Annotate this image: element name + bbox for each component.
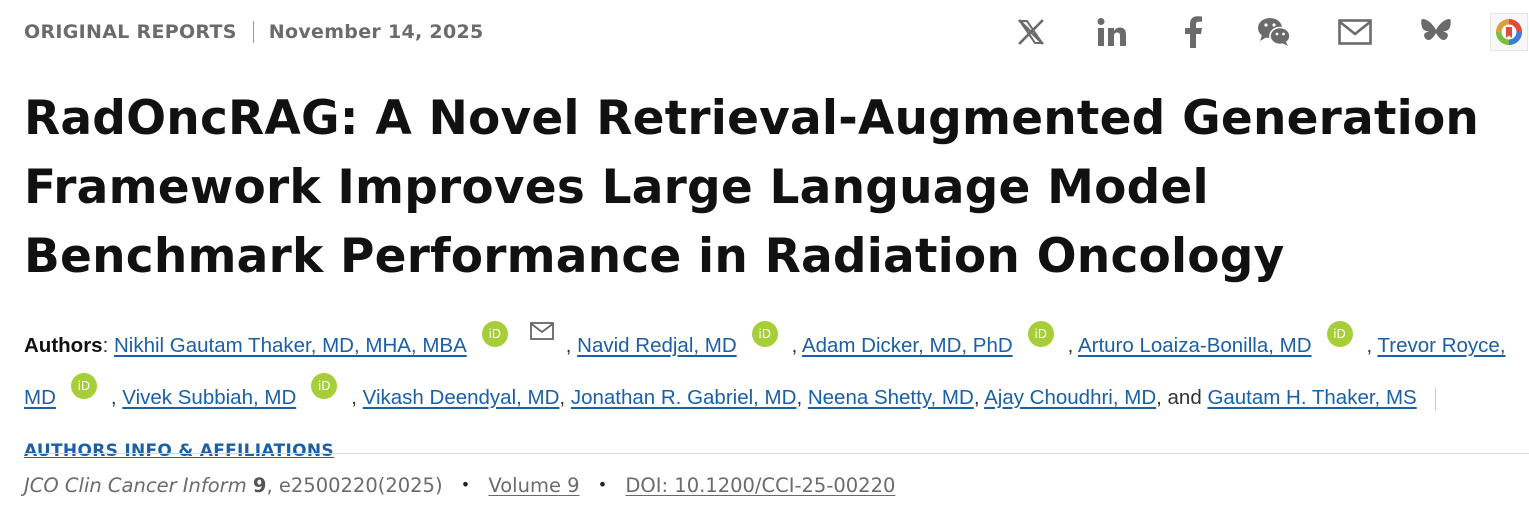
orcid-icon[interactable]: iD	[481, 321, 508, 347]
citation-line: JCO Clin Cancer Inform 9, e2500220(2025)…	[24, 474, 895, 497]
author-link[interactable]: Vikash Deendyal, MD	[363, 386, 560, 409]
author-link[interactable]: Nikhil Gautam Thaker, MD, MHA, MBA	[114, 334, 467, 357]
orcid-icon[interactable]: iD	[1326, 321, 1353, 347]
author-link[interactable]: Ajay Choudhri, MD	[984, 386, 1156, 409]
author-and-separator: , and	[1156, 386, 1208, 409]
share-facebook-button[interactable]	[1173, 14, 1213, 50]
authors-info-affiliations-link[interactable]: AUTHORS INFO & AFFILIATIONS	[24, 441, 334, 461]
header-divider	[252, 21, 254, 43]
author-separator: ,	[565, 334, 578, 357]
doi-link[interactable]: DOI: 10.1200/CCI-25-00220	[625, 474, 895, 497]
article-header-bar: ORIGINAL REPORTS November 14, 2025	[24, 13, 1529, 51]
bullet-separator: •	[460, 475, 471, 494]
author-link[interactable]: Neena Shetty, MD	[808, 386, 974, 409]
authors-block: Authors: Nikhil Gautam Thaker, MD, MHA, …	[24, 308, 1514, 477]
orcid-icon[interactable]: iD	[751, 321, 778, 347]
authors-colon: :	[102, 334, 114, 357]
share-wechat-button[interactable]	[1254, 14, 1294, 50]
article-id: , e2500220(2025)	[266, 474, 443, 497]
section-label[interactable]: ORIGINAL REPORTS	[24, 21, 237, 43]
journal-name: JCO Clin Cancer Inform	[24, 474, 247, 497]
publication-date: November 14, 2025	[268, 21, 484, 43]
linkedin-icon	[1097, 18, 1126, 46]
author-separator: ,	[110, 386, 123, 409]
author-link[interactable]: Vivek Subbiah, MD	[122, 386, 296, 409]
author-separator: ,	[559, 386, 571, 409]
x-icon	[1018, 19, 1044, 45]
orcid-icon[interactable]: iD	[70, 373, 97, 399]
author-link[interactable]: Adam Dicker, MD, PhD	[802, 334, 1013, 357]
bullet-separator: •	[597, 475, 608, 494]
author-link[interactable]: Jonathan R. Gabriel, MD	[571, 386, 797, 409]
share-email-button[interactable]	[1335, 14, 1375, 50]
orcid-icon[interactable]: iD	[1027, 321, 1054, 347]
wechat-icon	[1258, 18, 1291, 46]
author-link[interactable]: Gautam H. Thaker, MS	[1207, 386, 1416, 409]
authors-label: Authors	[24, 334, 103, 357]
share-x-button[interactable]	[1011, 14, 1051, 50]
author-separator: ,	[791, 334, 802, 357]
author-link[interactable]: Arturo Loaiza-Bonilla, MD	[1078, 334, 1312, 357]
author-separator: ,	[1366, 334, 1378, 357]
journal-volume-number: 9	[252, 474, 267, 497]
altmetric-badge[interactable]	[1489, 13, 1529, 51]
article-title: RadOncRAG: A Novel Retrieval-Augmented G…	[24, 91, 1480, 284]
email-author-icon[interactable]	[529, 308, 554, 360]
author-separator: ,	[973, 386, 985, 409]
share-toolbar	[970, 13, 1529, 51]
facebook-icon	[1185, 16, 1202, 48]
volume-link[interactable]: Volume 9	[488, 474, 579, 497]
author-separator: ,	[796, 386, 808, 409]
author-separator: ,	[1067, 334, 1078, 357]
share-bluesky-button[interactable]	[1416, 14, 1456, 50]
share-linkedin-button[interactable]	[1092, 14, 1132, 50]
bluesky-icon	[1421, 19, 1451, 41]
affiliations-divider	[1434, 387, 1436, 410]
altmetric-icon	[1490, 13, 1528, 51]
author-separator: ,	[351, 386, 363, 409]
orcid-icon[interactable]: iD	[311, 373, 338, 399]
author-link[interactable]: Navid Redjal, MD	[577, 334, 737, 357]
email-icon	[1338, 19, 1372, 45]
section-divider	[24, 453, 1529, 454]
